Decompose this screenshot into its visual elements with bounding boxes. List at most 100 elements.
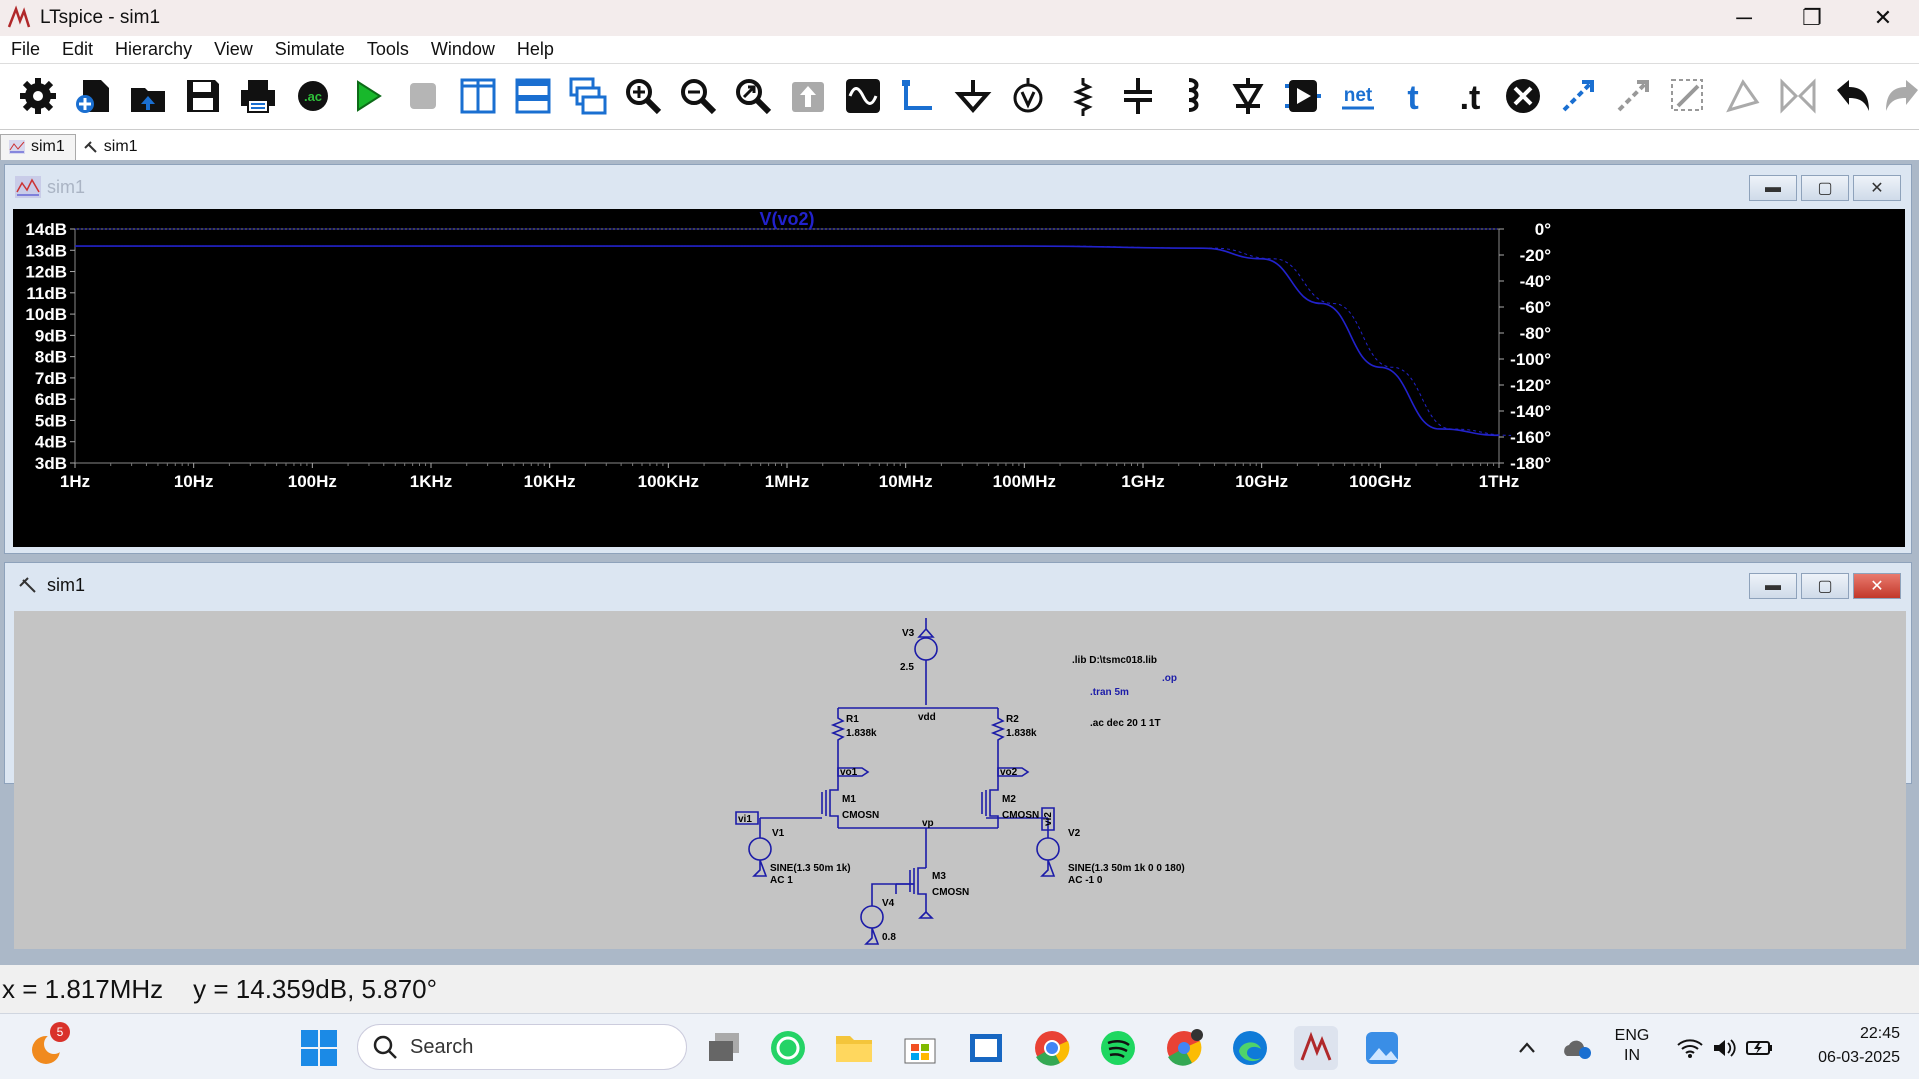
waveform-tab-icon <box>9 140 25 154</box>
label-v3: V3 <box>902 628 915 639</box>
region-label: IN <box>1624 1047 1640 1064</box>
y-left-tick-label: 4dB <box>35 433 67 452</box>
label-m3: M3 <box>932 871 946 882</box>
tab-schematic[interactable]: sim1 <box>76 135 148 160</box>
windows-start-icon[interactable] <box>297 1026 341 1070</box>
duplicate-icon[interactable] <box>1554 72 1602 120</box>
inductor-icon[interactable] <box>1169 72 1217 120</box>
directive-op[interactable]: .op <box>1162 673 1177 684</box>
x-tick-label: 100MHz <box>993 472 1056 491</box>
ltspice-taskbar-icon[interactable] <box>1294 1026 1338 1070</box>
svg-text:net: net <box>1344 85 1373 106</box>
menu-file[interactable]: File <box>0 39 51 60</box>
diode-icon[interactable] <box>1224 72 1272 120</box>
settings-icon[interactable] <box>14 72 62 120</box>
undo-icon[interactable] <box>1829 72 1877 120</box>
drag-icon[interactable] <box>1664 72 1712 120</box>
chrome-profile-icon[interactable] <box>1162 1026 1206 1070</box>
input-language-indicator[interactable]: ENG IN <box>1604 1026 1660 1066</box>
pan-icon[interactable] <box>784 72 832 120</box>
tab-waveform[interactable]: sim1 <box>0 134 76 160</box>
directive-lib[interactable]: .lib D:\tsmc018.lib <box>1072 655 1157 666</box>
ac-analysis-icon[interactable]: .ac <box>289 72 337 120</box>
menu-edit[interactable]: Edit <box>51 39 104 60</box>
delete-icon[interactable] <box>1499 72 1547 120</box>
schematic-minimize-button[interactable]: ▬ <box>1749 573 1797 599</box>
label-vi2: vi2 <box>1043 812 1054 826</box>
microsoft-store-icon[interactable] <box>898 1026 942 1070</box>
minimize-button[interactable]: ─ <box>1710 0 1778 36</box>
system-clock[interactable]: 22:45 06-03-2025 <box>1790 1022 1900 1070</box>
chrome-icon[interactable] <box>1030 1026 1074 1070</box>
resistor-icon[interactable] <box>1059 72 1107 120</box>
wire-icon[interactable] <box>894 72 942 120</box>
close-button[interactable]: ✕ <box>1849 0 1917 36</box>
clock-date: 06-03-2025 <box>1818 1049 1900 1066</box>
y-left-tick-label: 12dB <box>25 263 67 282</box>
task-view-icon[interactable] <box>702 1026 746 1070</box>
new-schematic-icon[interactable] <box>69 72 117 120</box>
directive-tran[interactable]: .tran 5m <box>1090 687 1129 698</box>
tile-horizontal-icon[interactable] <box>509 72 557 120</box>
zoom-fit-icon[interactable] <box>729 72 777 120</box>
schematic-canvas[interactable]: V3 2.5 vdd R1 1.838k R2 1.838k vo1 vo2 v… <box>14 611 1906 949</box>
plot-background <box>13 209 1905 547</box>
label-vo2: vo2 <box>1000 767 1018 778</box>
onedrive-icon[interactable] <box>1555 1026 1599 1070</box>
plot-maximize-button[interactable]: ▢ <box>1801 175 1849 201</box>
rotate-icon[interactable] <box>1719 72 1767 120</box>
capacitor-icon[interactable] <box>1114 72 1162 120</box>
x-tick-label: 100GHz <box>1349 472 1411 491</box>
autorange-icon[interactable] <box>839 72 887 120</box>
label-r2: R2 <box>1006 714 1019 725</box>
schematic-maximize-button[interactable]: ▢ <box>1801 573 1849 599</box>
directive-ac[interactable]: .ac dec 20 1 1T <box>1090 718 1161 729</box>
battery-icon[interactable] <box>1738 1026 1782 1070</box>
label-m3-model: CMOSN <box>932 887 969 898</box>
zoom-in-icon[interactable] <box>619 72 667 120</box>
component-icon[interactable] <box>1279 72 1327 120</box>
whatsapp-icon[interactable] <box>766 1026 810 1070</box>
cascade-icon[interactable] <box>564 72 612 120</box>
text-icon[interactable]: t <box>1389 72 1437 120</box>
spotify-icon[interactable] <box>1096 1026 1140 1070</box>
open-icon[interactable] <box>124 72 172 120</box>
ground-icon[interactable] <box>949 72 997 120</box>
reader-app-icon[interactable] <box>964 1026 1008 1070</box>
redo-icon[interactable] <box>1878 72 1919 120</box>
file-explorer-icon[interactable] <box>832 1026 876 1070</box>
plot-close-button[interactable]: ✕ <box>1853 175 1901 201</box>
weather-widget-icon[interactable]: 5 <box>26 1022 70 1070</box>
chevron-up-icon[interactable] <box>1505 1026 1549 1070</box>
label-v2-value: SINE(1.3 50m 1k 0 0 180) <box>1068 863 1185 874</box>
taskbar-search[interactable]: Search <box>357 1024 687 1070</box>
move-icon[interactable] <box>1609 72 1657 120</box>
label-v4: V4 <box>882 898 895 909</box>
tile-vertical-icon[interactable] <box>454 72 502 120</box>
menu-hierarchy[interactable]: Hierarchy <box>104 39 203 60</box>
tab-waveform-label: sim1 <box>31 138 65 155</box>
label-vi1: vi1 <box>738 814 752 825</box>
mirror-icon[interactable] <box>1774 72 1822 120</box>
run-icon[interactable] <box>344 72 392 120</box>
schematic-close-button[interactable]: ✕ <box>1853 573 1901 599</box>
label-vp: vp <box>922 818 934 829</box>
menu-tools[interactable]: Tools <box>356 39 420 60</box>
menu-view[interactable]: View <box>203 39 264 60</box>
photos-icon[interactable] <box>1360 1026 1404 1070</box>
net-text-icon[interactable]: net <box>1334 72 1382 120</box>
menu-window[interactable]: Window <box>420 39 506 60</box>
spice-directive-icon[interactable]: .t <box>1444 72 1492 120</box>
y-right-tick-label: -160° <box>1510 428 1551 447</box>
halt-icon[interactable] <box>399 72 447 120</box>
plot-minimize-button[interactable]: ▬ <box>1749 175 1797 201</box>
print-icon[interactable] <box>234 72 282 120</box>
label-net-icon[interactable] <box>1004 72 1052 120</box>
menu-simulate[interactable]: Simulate <box>264 39 356 60</box>
save-icon[interactable] <box>179 72 227 120</box>
edge-icon[interactable] <box>1228 1026 1272 1070</box>
menu-help[interactable]: Help <box>506 39 565 60</box>
bode-plot[interactable]: 1Hz 10Hz 100Hz 1KHz 10KHz 100KHz 1MHz 10MHz 100M… <box>13 209 1905 547</box>
zoom-out-icon[interactable] <box>674 72 722 120</box>
restore-button[interactable]: ❐ <box>1778 0 1846 36</box>
